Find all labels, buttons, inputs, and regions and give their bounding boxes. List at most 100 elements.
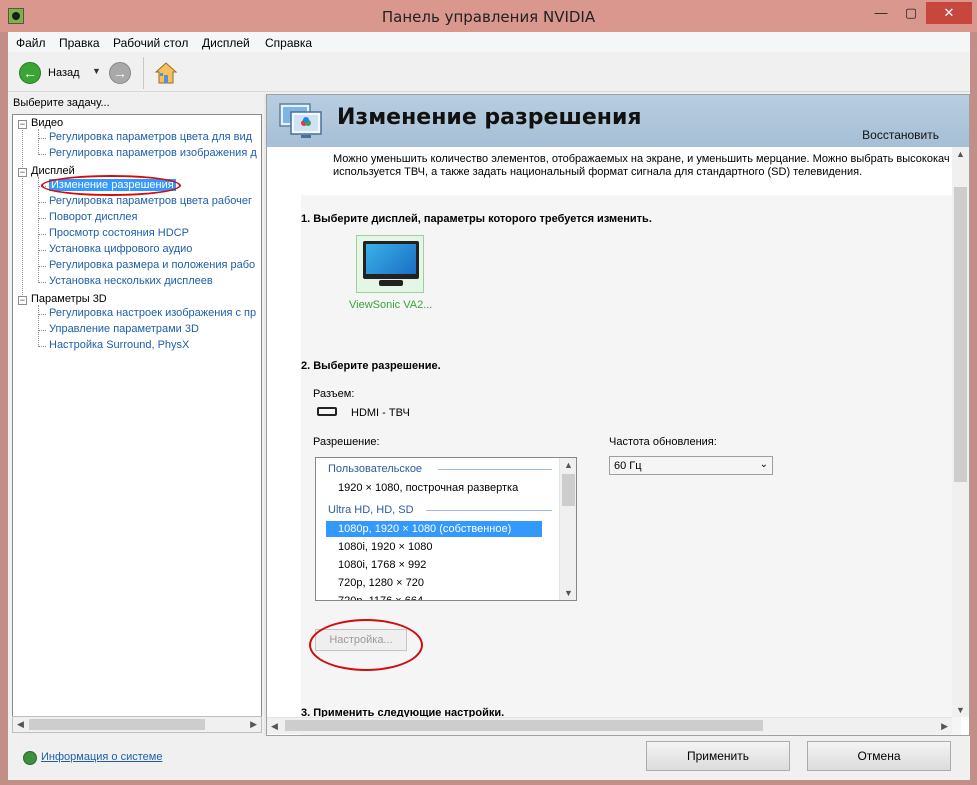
monitor-icon: [363, 241, 419, 279]
menu-desktop[interactable]: Рабочий стол: [113, 36, 188, 50]
resolution-option[interactable]: 1080i, 1920 × 1080: [326, 539, 542, 555]
group-custom: Пользовательское: [328, 463, 423, 475]
tree-item-surround-physx[interactable]: Настройка Surround, PhysX: [49, 339, 189, 355]
scroll-up-icon[interactable]: ▲: [564, 460, 573, 470]
menu-bar: Файл Правка Рабочий стол Дисплей Справка: [8, 32, 970, 52]
resolution-option-selected[interactable]: 1080p, 1920 × 1080 (собственное): [326, 521, 542, 537]
window-client: Файл Правка Рабочий стол Дисплей Справка…: [8, 32, 970, 780]
scrollbar-thumb[interactable]: [954, 187, 967, 482]
close-button[interactable]: ✕: [926, 2, 972, 24]
menu-file[interactable]: Файл: [16, 36, 46, 50]
scrollbar-thumb[interactable]: [562, 474, 575, 506]
task-pane-title: Выберите задачу...: [13, 97, 110, 109]
refresh-rate-select[interactable]: 60 Гц ⌄: [609, 456, 773, 475]
tree-item-desktop-color[interactable]: Регулировка параметров цвета рабочег: [49, 195, 252, 211]
menu-display[interactable]: Дисплей: [202, 36, 250, 50]
scroll-up-icon[interactable]: ▲: [956, 149, 965, 159]
tree-line: [38, 138, 46, 139]
refresh-rate-label: Частота обновления:: [609, 436, 717, 448]
scroll-right-icon[interactable]: ▶: [250, 719, 257, 730]
step-2-heading: 2. Выберите разрешение.: [301, 360, 441, 372]
scroll-down-icon[interactable]: ▼: [956, 705, 965, 715]
monitor-screen: [366, 244, 416, 274]
menu-edit[interactable]: Правка: [59, 36, 100, 50]
window-title: Панель управления NVIDIA: [381, 8, 596, 26]
tree-line: [38, 346, 46, 347]
resolution-listbox[interactable]: Пользовательское 1920 × 1080, построчная…: [315, 457, 577, 601]
tree-item-hdcp-status[interactable]: Просмотр состояния HDCP: [49, 227, 189, 243]
tree-item-digital-audio[interactable]: Установка цифрового аудио: [49, 243, 192, 259]
system-info-link[interactable]: Информация о системе: [41, 751, 162, 763]
resolution-option[interactable]: 720p, 1176 × 664: [326, 593, 542, 600]
connector-value: HDMI - ТВЧ: [351, 407, 410, 419]
back-history-dropdown-icon[interactable]: ▼: [92, 66, 101, 76]
task-tree[interactable]: − Видео Регулировка параметров цвета для…: [12, 114, 262, 718]
tree-line: [38, 154, 46, 155]
hdmi-icon: [317, 407, 337, 416]
bottom-bar: Информация о системе Применить Отмена: [8, 736, 970, 780]
content-horizontal-scrollbar[interactable]: ◀ ▶: [267, 717, 952, 734]
page-title: Изменение разрешения: [337, 105, 642, 130]
home-icon[interactable]: [154, 61, 178, 85]
description-line: используется ТВЧ, а также задать национа…: [333, 166, 863, 178]
scroll-down-icon[interactable]: ▼: [564, 588, 573, 598]
scroll-left-icon[interactable]: ◀: [271, 721, 278, 732]
toolbar-separator: [143, 57, 144, 89]
toolbar: ← Назад ▼ →: [8, 52, 970, 92]
content-vertical-scrollbar[interactable]: ▲ ▼: [952, 147, 969, 717]
tree-item-rotate-display[interactable]: Поворот дисплея: [49, 211, 137, 227]
tree-line: [38, 202, 46, 203]
cancel-button[interactable]: Отмена: [807, 741, 951, 771]
forward-arrow-icon[interactable]: →: [109, 62, 131, 84]
resolution-label: Разрешение:: [313, 436, 380, 448]
page-banner: Изменение разрешения Восстановить: [267, 95, 969, 147]
tree-item-video-image[interactable]: Регулировка параметров изображения д: [49, 147, 257, 163]
step-1-heading: 1. Выберите дисплей, параметры которого …: [301, 213, 652, 225]
group-divider: [438, 469, 552, 470]
page-description: Можно уменьшить количество элементов, от…: [333, 153, 963, 179]
group-divider: [426, 510, 552, 511]
resolution-option[interactable]: 1920 × 1080, построчная развертка: [326, 480, 542, 496]
tree-item-3d-settings[interactable]: Управление параметрами 3D: [49, 323, 199, 339]
expander-video[interactable]: −: [18, 120, 27, 129]
refresh-rate-value: 60 Гц: [614, 460, 642, 472]
tree-line: [38, 218, 46, 219]
minimize-button[interactable]: —: [868, 2, 894, 24]
tree-line: [22, 127, 23, 297]
description-line: Можно уменьшить количество элементов, от…: [333, 153, 950, 165]
scroll-left-icon[interactable]: ◀: [17, 719, 24, 730]
tree-item-video-color[interactable]: Регулировка параметров цвета для вид: [49, 131, 252, 147]
monitor-stand: [379, 280, 403, 286]
scrollbar-thumb[interactable]: [285, 720, 763, 731]
tree-item-multiple-displays[interactable]: Установка нескольких дисплеев: [49, 275, 213, 291]
red-annotation-oval: [41, 175, 181, 196]
tree-item-desktop-size[interactable]: Регулировка размера и положения рабо: [49, 259, 255, 275]
apply-button[interactable]: Применить: [646, 741, 790, 771]
menu-help[interactable]: Справка: [265, 36, 312, 50]
task-pane: Выберите задачу... − Видео Регулировка п…: [8, 94, 264, 736]
expander-display[interactable]: −: [18, 168, 27, 177]
back-button-label[interactable]: Назад: [48, 67, 80, 79]
scrollbar-thumb[interactable]: [29, 719, 205, 730]
tree-line: [38, 314, 46, 315]
scroll-right-icon[interactable]: ▶: [941, 721, 948, 732]
maximize-button[interactable]: ▢: [898, 2, 924, 24]
tree-horizontal-scrollbar[interactable]: ◀ ▶: [12, 716, 262, 733]
tree-item-3d-preview[interactable]: Регулировка настроек изображения с пр: [49, 307, 256, 323]
display-name[interactable]: ViewSonic VA2...: [349, 299, 432, 311]
listbox-scrollbar[interactable]: ▲ ▼: [559, 458, 576, 600]
restore-defaults-link[interactable]: Восстановить: [862, 128, 939, 142]
tree-line: [38, 282, 46, 283]
content-pane: Изменение разрешения Восстановить Можно …: [266, 94, 970, 736]
tree-line: [38, 305, 39, 345]
display-tile[interactable]: [356, 235, 424, 293]
back-arrow-icon[interactable]: ←: [19, 62, 41, 84]
group-uhd-hd-sd: Ultra HD, HD, SD: [328, 504, 414, 516]
resolution-option[interactable]: 1080i, 1768 × 992: [326, 557, 542, 573]
tree-line: [38, 234, 46, 235]
red-annotation-oval: [309, 619, 423, 671]
resolution-option[interactable]: 720p, 1280 × 720: [326, 575, 542, 591]
system-info-icon[interactable]: [23, 751, 37, 765]
display-resolution-icon: [279, 103, 322, 138]
expander-3d[interactable]: −: [18, 296, 27, 305]
